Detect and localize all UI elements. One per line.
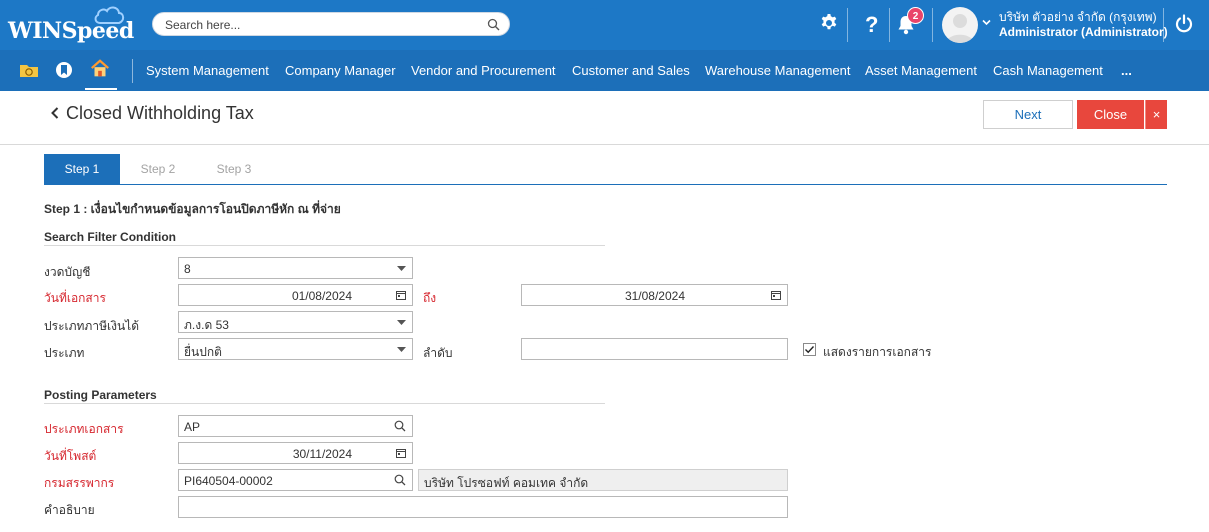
header-divider <box>889 8 890 42</box>
period-select[interactable]: 8 <box>178 257 413 279</box>
doc-date-to-field[interactable]: 31/08/2024 <box>521 284 788 306</box>
doc-date-to-value: 31/08/2024 <box>624 289 685 303</box>
doc-date-from-value: 01/08/2024 <box>291 289 352 303</box>
period-value: 8 <box>184 262 191 276</box>
user-avatar-icon <box>946 14 974 43</box>
doc-type-lookup[interactable]: AP <box>178 415 413 437</box>
tab-step-3[interactable]: Step 3 <box>196 154 272 184</box>
post-date-field[interactable]: 30/11/2024 <box>178 442 413 464</box>
sequence-input[interactable] <box>521 338 788 360</box>
page-title-bar: Closed Withholding Tax Next Close × <box>0 91 1209 145</box>
search-icon[interactable] <box>487 18 500 31</box>
close-button[interactable]: Close <box>1077 100 1144 129</box>
search-icon[interactable] <box>394 420 406 432</box>
top-header: WINSpeed ? 2 บริษัท ตัวอย่าง จำกัด (กรุง… <box>0 0 1209 50</box>
search-icon[interactable] <box>394 474 406 486</box>
doc-date-label: วันที่เอกสาร <box>44 291 106 305</box>
menu-more[interactable]: ... <box>1121 63 1132 78</box>
menu-cash-management[interactable]: Cash Management <box>993 63 1103 78</box>
chevron-down-icon[interactable] <box>982 19 991 26</box>
avatar[interactable] <box>942 7 978 43</box>
revenue-dept-name-field: บริษัท โปรซอฟท์ คอมเทค จำกัด <box>418 469 788 491</box>
step-heading: Step 1 : เงื่อนไขกำหนดข้อมูลการโอนปิดภาษ… <box>44 202 341 216</box>
posting-section-title: Posting Parameters <box>44 388 157 402</box>
post-date-value: 30/11/2024 <box>292 447 352 461</box>
header-divider <box>1163 8 1164 42</box>
dropdown-arrow-icon <box>397 347 406 352</box>
income-type-select[interactable]: ภ.ง.ด 53 <box>178 311 413 333</box>
doc-type-value: AP <box>184 420 201 434</box>
check-icon <box>805 346 815 354</box>
notification-badge: 2 <box>907 7 924 24</box>
doc-date-from-field[interactable]: 01/08/2024 <box>178 284 413 306</box>
period-label: งวดบัญชี <box>44 265 91 279</box>
income-type-label: ประเภทภาษีเงินได้ <box>44 319 139 333</box>
tab-step-2[interactable]: Step 2 <box>120 154 196 184</box>
menu-asset-management[interactable]: Asset Management <box>865 63 977 78</box>
help-icon[interactable]: ? <box>862 13 880 35</box>
search-box[interactable] <box>152 12 510 36</box>
income-type-value: ภ.ง.ด 53 <box>184 318 229 332</box>
revenue-dept-name: บริษัท โปรซอฟท์ คอมเทค จำกัด <box>424 476 589 490</box>
menu-customer-sales[interactable]: Customer and Sales <box>572 63 690 78</box>
main-content: Step 1 Step 2 Step 3 Step 1 : เงื่อนไขกำ… <box>0 145 1209 532</box>
home-icon[interactable] <box>89 58 111 80</box>
calendar-icon[interactable] <box>396 448 406 458</box>
close-x-button[interactable]: × <box>1145 100 1167 129</box>
header-divider <box>932 8 933 42</box>
description-input[interactable] <box>178 496 788 518</box>
back-arrow-icon[interactable] <box>50 106 60 120</box>
next-button[interactable]: Next <box>983 100 1073 129</box>
menu-system-management[interactable]: System Management <box>146 63 269 78</box>
menu-vendor-procurement[interactable]: Vendor and Procurement <box>411 63 556 78</box>
power-icon[interactable] <box>1174 14 1194 34</box>
user-name[interactable]: Administrator (Administrator) <box>999 25 1168 39</box>
show-docs-checkbox[interactable] <box>803 343 816 356</box>
revenue-dept-code: PI640504-00002 <box>184 474 273 488</box>
revenue-dept-lookup[interactable]: PI640504-00002 <box>178 469 413 491</box>
svg-text:?: ? <box>865 13 878 35</box>
tab-step-1[interactable]: Step 1 <box>44 154 120 184</box>
logo-text: WINSpeed <box>8 18 134 44</box>
description-label: คำอธิบาย <box>44 503 95 517</box>
home-active-indicator <box>85 88 117 90</box>
type-label: ประเภท <box>44 346 85 360</box>
dropdown-arrow-icon <box>397 266 406 271</box>
winspeed-logo[interactable]: WINSpeed <box>8 4 134 48</box>
menu-company-manager[interactable]: Company Manager <box>285 63 396 78</box>
type-select[interactable]: ยื่นปกติ <box>178 338 413 360</box>
main-menu-bar: System Management Company Manager Vendor… <box>0 50 1209 91</box>
revenue-dept-label: กรมสรรพากร <box>44 476 115 490</box>
type-value: ยื่นปกติ <box>184 345 222 359</box>
bookmark-icon[interactable] <box>53 59 75 81</box>
menu-divider <box>132 59 133 83</box>
post-date-label: วันที่โพสต์ <box>44 449 97 463</box>
doc-type-label: ประเภทเอกสาร <box>44 422 124 436</box>
sequence-label: ลำดับ <box>423 346 453 360</box>
to-label: ถึง <box>423 291 437 305</box>
menu-warehouse-management[interactable]: Warehouse Management <box>705 63 851 78</box>
folder-icon[interactable] <box>18 59 40 81</box>
gear-icon[interactable] <box>819 13 839 33</box>
search-input[interactable] <box>165 16 475 33</box>
page-title: Closed Withholding Tax <box>66 103 254 123</box>
show-docs-label: แสดงรายการเอกสาร <box>823 345 932 359</box>
header-divider <box>847 8 848 42</box>
section-divider <box>44 403 605 404</box>
calendar-icon[interactable] <box>396 290 406 300</box>
calendar-icon[interactable] <box>771 290 781 300</box>
steps-divider <box>44 184 1167 185</box>
section-divider <box>44 245 605 246</box>
filter-section-title: Search Filter Condition <box>44 230 177 244</box>
dropdown-arrow-icon <box>397 320 406 325</box>
